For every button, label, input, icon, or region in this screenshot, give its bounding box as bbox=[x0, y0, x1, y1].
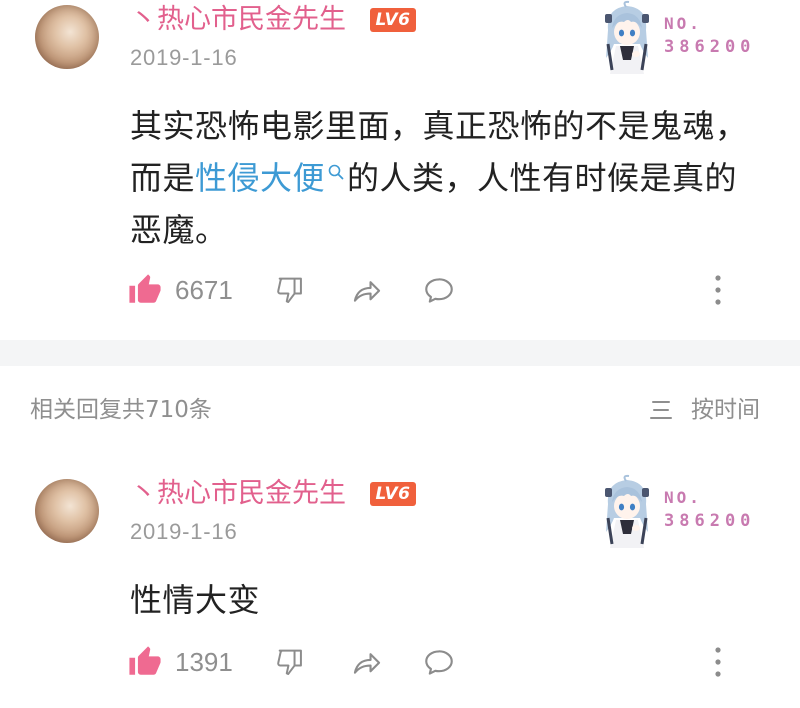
section-divider bbox=[0, 340, 800, 366]
sort-label: 按时间 bbox=[691, 397, 760, 423]
level-badge: LV6 bbox=[370, 8, 416, 32]
comment-line: 恶魔。 bbox=[130, 211, 228, 249]
comment-date: 2019-1-16 bbox=[130, 45, 238, 70]
thumbs-up-icon bbox=[129, 274, 161, 303]
comment-line: 其实恐怖电影里面，真正恐怖的不是鬼魂， bbox=[130, 107, 748, 145]
search-icon[interactable] bbox=[327, 163, 345, 181]
fan-badge-character-icon bbox=[605, 474, 649, 548]
comment-actions: 6671 bbox=[0, 270, 800, 310]
like-count: 6671 bbox=[175, 275, 233, 305]
more-vertical-icon bbox=[715, 647, 721, 677]
sort-toggle[interactable]: 按时间 bbox=[649, 394, 760, 426]
comment-icon bbox=[425, 650, 453, 675]
search-keyword-link[interactable]: 性侵大便 bbox=[195, 159, 325, 197]
like-count: 1391 bbox=[175, 647, 233, 677]
dislike-button[interactable] bbox=[274, 645, 308, 679]
reply-button[interactable] bbox=[422, 645, 456, 679]
share-button[interactable] bbox=[350, 273, 384, 307]
comment-icon bbox=[425, 278, 453, 303]
dislike-button[interactable] bbox=[274, 273, 308, 307]
replies-count: 相关回复共710条 bbox=[30, 397, 212, 423]
comment-card: 丶热心市民金先生 LV6 2019-1-16 NO. 386200 其实恐怖电影… bbox=[0, 0, 800, 330]
avatar[interactable] bbox=[35, 479, 99, 543]
like-button[interactable] bbox=[128, 645, 162, 679]
comment-actions: 1391 bbox=[0, 642, 800, 682]
thumbs-down-icon bbox=[277, 649, 302, 676]
comment-text-segment: 的人类，人性有时候是真的 bbox=[347, 159, 738, 197]
comment-date: 2019-1-16 bbox=[130, 519, 238, 544]
reply-button[interactable] bbox=[422, 273, 456, 307]
like-button[interactable] bbox=[128, 273, 162, 307]
sort-icon bbox=[650, 401, 672, 419]
more-button[interactable] bbox=[706, 273, 730, 307]
share-button[interactable] bbox=[350, 645, 384, 679]
replies-header: 相关回复共710条 按时间 bbox=[0, 394, 800, 426]
share-icon bbox=[353, 281, 381, 302]
comment-line: 而是性侵大便 的人类，人性有时候是真的 bbox=[130, 152, 748, 204]
fan-badge-number: 386200 bbox=[664, 37, 756, 57]
more-button[interactable] bbox=[706, 645, 730, 679]
comment-text: 性情大变 bbox=[130, 574, 260, 626]
fan-badge[interactable]: NO. 386200 bbox=[596, 0, 766, 78]
thumbs-down-icon bbox=[277, 277, 302, 304]
thumbs-up-icon bbox=[129, 646, 161, 675]
more-vertical-icon bbox=[715, 275, 721, 305]
fan-badge-label: NO. bbox=[664, 14, 702, 33]
username[interactable]: 丶热心市民金先生 bbox=[130, 4, 346, 36]
comment-line: 性情大变 bbox=[130, 581, 261, 619]
fan-badge-label: NO. bbox=[664, 488, 702, 507]
fan-badge-number: 386200 bbox=[664, 511, 756, 531]
comment-text: 其实恐怖电影里面，真正恐怖的不是鬼魂， 而是性侵大便 的人类，人性有时候是真的 恶… bbox=[130, 100, 748, 256]
level-badge: LV6 bbox=[370, 482, 416, 506]
comment-text-segment: 而是 bbox=[130, 159, 196, 197]
username[interactable]: 丶热心市民金先生 bbox=[130, 478, 346, 510]
share-icon bbox=[353, 653, 381, 674]
fan-badge-character-icon bbox=[605, 0, 649, 74]
avatar[interactable] bbox=[35, 5, 99, 69]
comment-card: 丶热心市民金先生 LV6 2019-1-16 NO. 386200 性情大变 1… bbox=[0, 474, 800, 694]
fan-badge[interactable]: NO. 386200 bbox=[596, 474, 766, 552]
